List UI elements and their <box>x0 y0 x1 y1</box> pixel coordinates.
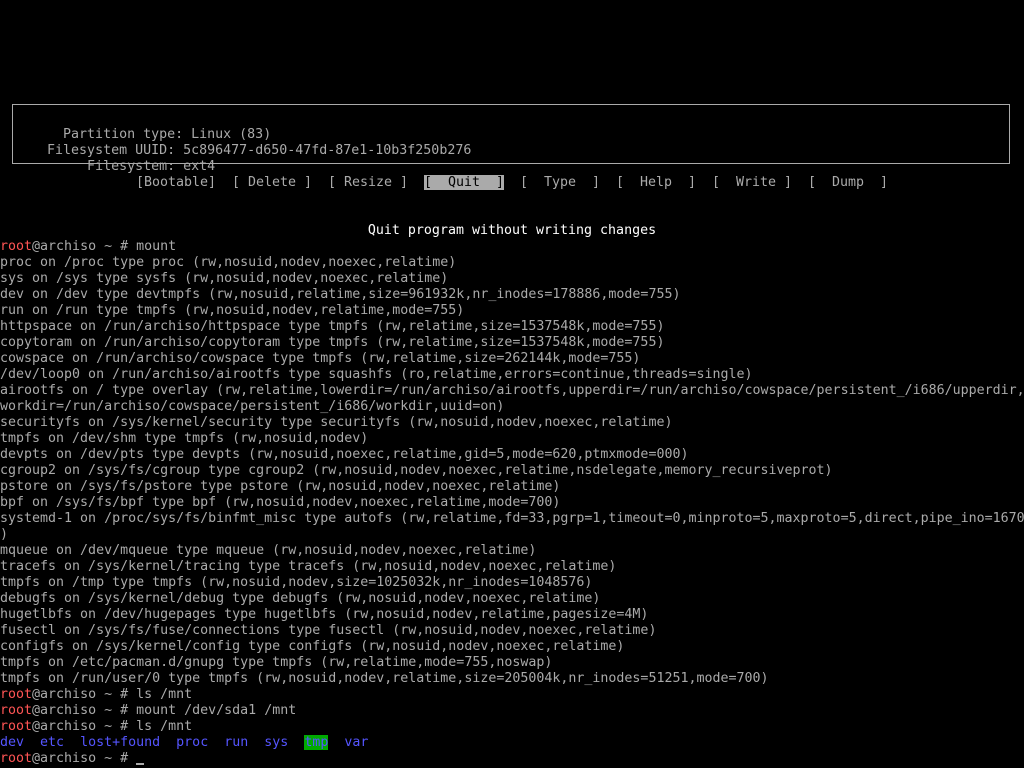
prompt-line-mount-sda1: root@archiso ~ # mount /dev/sda1 /mnt <box>0 703 296 719</box>
command-text: ls /mnt <box>136 719 193 734</box>
prompt-host: @archiso ~ # <box>32 719 137 734</box>
ls-output: dev etc lost+found proc run sys tmp var <box>0 735 368 751</box>
filesystem-row: Filesystem: ext4 <box>15 143 215 174</box>
dir-entry: run <box>224 735 249 750</box>
output-line: tmpfs on /tmp type tmpfs (rw,nosuid,node… <box>0 575 593 590</box>
dir-entry: var <box>344 735 369 750</box>
dir-entry: sys <box>264 735 289 750</box>
dir-entry: etc <box>40 735 65 750</box>
text-cursor <box>136 763 145 765</box>
output-line: pstore on /sys/fs/pstore type pstore (rw… <box>0 479 561 494</box>
output-line: configfs on /sys/kernel/config type conf… <box>0 639 625 654</box>
output-line: fusectl on /sys/fs/fuse/connections type… <box>0 623 657 638</box>
filesystem-value: ext4 <box>183 159 216 174</box>
prompt-user: root <box>0 703 33 718</box>
output-line: securityfs on /sys/kernel/security type … <box>0 415 673 430</box>
filesystem-label: Filesystem: <box>47 159 176 174</box>
prompt-line-mount: root@archiso ~ # mount <box>0 239 176 255</box>
command-text: ls /mnt <box>136 687 193 702</box>
resize-button[interactable]: [ Resize ] <box>328 175 408 191</box>
output-line: cgroup2 on /sys/fs/cgroup type cgroup2 (… <box>0 463 833 478</box>
prompt-host: @archiso ~ # <box>32 751 137 766</box>
prompt-user: root <box>0 751 33 766</box>
output-line: dev on /dev type devtmpfs (rw,nosuid,rel… <box>0 287 681 302</box>
terminal-screen: { "partition_info": { "rows": [ {"label"… <box>0 0 1024 768</box>
output-line: tmpfs on /run/user/0 type tmpfs (rw,nosu… <box>0 671 769 686</box>
dir-entry: proc <box>176 735 209 750</box>
output-line: devpts on /dev/pts type devpts (rw,nosui… <box>0 447 689 462</box>
output-line: copytoram on /run/archiso/copytoram type… <box>0 335 665 350</box>
dir-entry-sticky: tmp <box>304 735 329 750</box>
prompt-host: @archiso ~ # <box>32 687 137 702</box>
command-text: mount /dev/sda1 /mnt <box>136 703 297 718</box>
prompt-host: @archiso ~ # <box>32 703 137 718</box>
output-line: cowspace on /run/archiso/cowspace type t… <box>0 351 641 366</box>
output-line: ) <box>0 527 9 542</box>
prompt-line-current[interactable]: root@archiso ~ # <box>0 751 145 767</box>
output-line: airootfs on / type overlay (rw,relatime,… <box>0 383 1024 398</box>
output-line: sys on /sys type sysfs (rw,nosuid,nodev,… <box>0 271 449 286</box>
output-line: /dev/loop0 on /run/archiso/airootfs type… <box>0 367 753 382</box>
output-line: bpf on /sys/fs/bpf type bpf (rw,nosuid,n… <box>0 495 561 510</box>
prompt-host: @archiso ~ # <box>32 239 137 254</box>
output-line: tmpfs on /etc/pacman.d/gnupg type tmpfs … <box>0 655 553 670</box>
help-button[interactable]: [ Help ] <box>616 175 696 191</box>
dir-entry: dev <box>0 735 25 750</box>
output-line: systemd-1 on /proc/sys/fs/binfmt_misc ty… <box>0 511 1024 526</box>
prompt-user: root <box>0 687 33 702</box>
prompt-line-ls: root@archiso ~ # ls /mnt <box>0 687 192 703</box>
menu-hint-text: Quit program without writing changes <box>367 223 657 238</box>
type-button[interactable]: [ Type ] <box>520 175 600 191</box>
menu-bar: [Bootable] [ Delete ] [ Resize ] [ Quit … <box>0 175 1024 191</box>
filesystem-uuid-value: 5c896477-d650-47fd-87e1-10b3f250b276 <box>183 143 472 158</box>
prompt-user: root <box>0 719 33 734</box>
bootable-button[interactable]: [Bootable] <box>136 175 216 191</box>
prompt-line-ls-2: root@archiso ~ # ls /mnt <box>0 719 192 735</box>
dump-button[interactable]: [ Dump ] <box>808 175 888 191</box>
delete-button[interactable]: [ Delete ] <box>232 175 312 191</box>
output-line: workdir=/run/archiso/cowspace/persistent… <box>0 399 505 414</box>
write-button[interactable]: [ Write ] <box>712 175 792 191</box>
output-line: tmpfs on /dev/shm type tmpfs (rw,nosuid,… <box>0 431 369 446</box>
output-line: mqueue on /dev/mqueue type mqueue (rw,no… <box>0 543 537 558</box>
prompt-user: root <box>0 239 33 254</box>
output-line: debugfs on /sys/kernel/debug type debugf… <box>0 591 601 606</box>
quit-button[interactable]: [ Quit ] <box>424 175 505 191</box>
command-text: mount <box>136 239 177 254</box>
output-line: tracefs on /sys/kernel/tracing type trac… <box>0 559 617 574</box>
partition-info-box: Partition type: Linux (83) Filesystem UU… <box>12 104 1010 174</box>
dir-entry: lost+found <box>80 735 161 750</box>
output-line: httpspace on /run/archiso/httpspace type… <box>0 319 665 334</box>
partition-type-row: Partition type: Linux (83) <box>23 111 271 142</box>
filesystem-uuid-row: Filesystem UUID: 5c896477-d650-47fd-87e1… <box>15 127 471 158</box>
output-line: hugetlbfs on /dev/hugepages type hugetlb… <box>0 607 649 622</box>
output-line: run on /run type tmpfs (rw,nosuid,nodev,… <box>0 303 465 318</box>
output-line: proc on /proc type proc (rw,nosuid,nodev… <box>0 255 457 270</box>
